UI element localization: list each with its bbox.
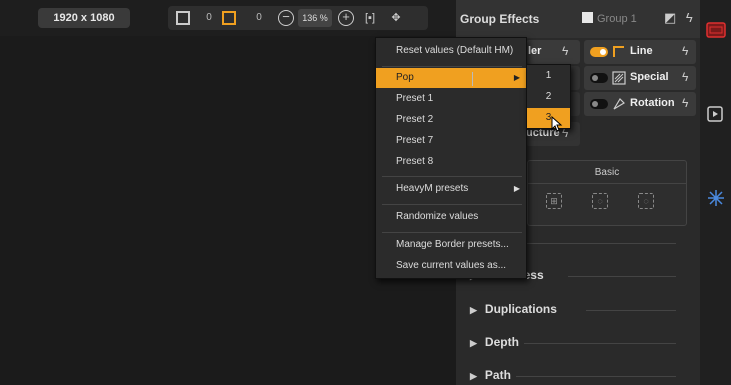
rotation-module[interactable]: Rotation ϟ xyxy=(584,92,696,116)
rotation-icon xyxy=(613,98,625,110)
fit-screen-icon[interactable]: [▪] xyxy=(362,10,378,26)
submenu-arrow-icon: ▶ xyxy=(513,73,520,82)
pop-submenu: 1 2 3 xyxy=(526,64,571,129)
group-checkbox[interactable] xyxy=(582,12,593,23)
line-icon xyxy=(613,46,624,57)
special-module[interactable]: Special ϟ xyxy=(584,66,696,90)
rotation-toggle[interactable] xyxy=(590,99,608,109)
menu-item-preset-2[interactable]: Preset 2 xyxy=(376,110,526,130)
submenu-item-3[interactable]: 3 xyxy=(527,108,570,128)
menu-item-heavym-presets[interactable]: HeavyM presets ▶ xyxy=(376,179,526,199)
header-icons: ◩ ϟ xyxy=(664,10,693,26)
text-cursor-icon xyxy=(472,72,473,86)
crop-frame-icon[interactable] xyxy=(222,11,236,25)
menu-item-label: Pop xyxy=(396,72,414,83)
menu-separator xyxy=(382,232,522,233)
special-label: Special xyxy=(630,71,669,83)
move-canvas-icon[interactable]: ✥ xyxy=(388,10,404,26)
app-window: 1920 x 1080 0 0 − 136 % + [▪] ✥ Group Ef… xyxy=(0,0,731,385)
border-tab[interactable]: ler ϟ xyxy=(526,40,580,64)
expand-arrow-icon: ▶ xyxy=(470,338,477,348)
menu-item-label: Save current values as... xyxy=(396,260,507,271)
menu-item-label: Preset 7 xyxy=(396,135,434,146)
zoom-in-icon[interactable]: + xyxy=(338,10,354,26)
bolt-icon[interactable]: ϟ xyxy=(686,10,693,25)
shape-circle-icon[interactable]: ◌ xyxy=(592,193,608,209)
section-duplications[interactable]: ▶ Duplications xyxy=(470,302,557,322)
section-path-label: Path xyxy=(484,368,511,382)
output-icon[interactable] xyxy=(706,20,726,40)
section-depth[interactable]: ▶ Depth xyxy=(470,335,519,355)
border-tab-label: ler xyxy=(528,45,542,57)
preset-menu: Reset values (Default HM) Pop ▶ Preset 1 … xyxy=(375,37,527,279)
line-toggle[interactable] xyxy=(590,47,608,57)
shape-rotate-icon[interactable]: ◌ xyxy=(638,193,654,209)
expand-arrow-icon: ▶ xyxy=(470,305,477,315)
canvas-tools: 0 0 − 136 % + [▪] ✥ xyxy=(168,6,428,30)
section-duplications-label: Duplications xyxy=(484,302,557,316)
mouse-pointer-icon xyxy=(551,116,563,132)
submenu-item-1[interactable]: 1 xyxy=(527,66,570,86)
section-line xyxy=(516,376,676,377)
menu-separator xyxy=(382,66,522,67)
media-play-icon[interactable] xyxy=(706,104,726,124)
submenu-item-2[interactable]: 2 xyxy=(527,87,570,107)
offset-value-b: 0 xyxy=(256,12,262,23)
menu-item-label: Reset values (Default HM) xyxy=(396,45,514,56)
right-toolbar xyxy=(700,0,731,385)
shape-square-icon[interactable]: ⊞ xyxy=(546,193,562,209)
fit-frame-icon[interactable] xyxy=(176,11,190,25)
basic-shapes-box: Basic ⊞ ◌ ◌ xyxy=(527,160,687,226)
section-line xyxy=(568,276,676,277)
group-selector[interactable]: Group 1 xyxy=(582,12,637,25)
line-bolt-icon[interactable]: ϟ xyxy=(682,44,688,58)
special-icon xyxy=(612,71,626,85)
rotation-label: Rotation xyxy=(630,97,675,109)
menu-item-label: Preset 1 xyxy=(396,93,434,104)
menu-item-reset[interactable]: Reset values (Default HM) xyxy=(376,40,526,62)
zoom-out-icon[interactable]: − xyxy=(278,10,294,26)
expand-arrow-icon: ▶ xyxy=(470,371,477,381)
menu-item-preset-7[interactable]: Preset 7 xyxy=(376,131,526,151)
menu-item-preset-8[interactable]: Preset 8 xyxy=(376,152,526,172)
line-label: Line xyxy=(630,45,653,57)
menu-item-pop[interactable]: Pop ▶ xyxy=(376,68,526,88)
section-depth-label: Depth xyxy=(484,335,519,349)
menu-item-label: Preset 8 xyxy=(396,156,434,167)
basic-divider xyxy=(528,183,686,184)
offset-value-a: 0 xyxy=(206,12,212,23)
menu-separator xyxy=(382,176,522,177)
sparkle-icon[interactable] xyxy=(706,188,726,208)
section-path[interactable]: ▶ Path xyxy=(470,368,511,385)
top-toolbar: 1920 x 1080 0 0 − 136 % + [▪] ✥ xyxy=(0,0,456,36)
menu-separator xyxy=(382,204,522,205)
resolution-display[interactable]: 1920 x 1080 xyxy=(38,8,130,28)
basic-label: Basic xyxy=(594,167,620,178)
random-icon[interactable]: ◩ xyxy=(664,10,676,25)
menu-item-label: Preset 2 xyxy=(396,114,434,125)
menu-item-preset-1[interactable]: Preset 1 xyxy=(376,89,526,109)
rotation-bolt-icon[interactable]: ϟ xyxy=(682,96,688,110)
border-bolt-icon[interactable]: ϟ xyxy=(562,44,568,58)
menu-item-randomize[interactable]: Randomize values xyxy=(376,207,526,227)
special-toggle[interactable] xyxy=(590,73,608,83)
group-effects-header: Group Effects Group 1 ◩ ϟ xyxy=(456,0,700,38)
submenu-arrow-icon: ▶ xyxy=(513,184,520,193)
menu-item-manage-presets[interactable]: Manage Border presets... xyxy=(376,235,526,255)
menu-item-save-values[interactable]: Save current values as... xyxy=(376,256,526,276)
menu-item-label: Manage Border presets... xyxy=(396,239,509,250)
section-line xyxy=(524,343,676,344)
special-bolt-icon[interactable]: ϟ xyxy=(682,70,688,84)
group-label: Group 1 xyxy=(597,13,637,25)
panel-title: Group Effects xyxy=(460,12,540,26)
menu-item-label: Randomize values xyxy=(396,211,479,222)
zoom-level[interactable]: 136 % xyxy=(298,9,332,27)
line-module[interactable]: Line ϟ xyxy=(584,40,696,64)
section-line xyxy=(586,310,676,311)
menu-item-label: HeavyM presets xyxy=(396,183,469,194)
